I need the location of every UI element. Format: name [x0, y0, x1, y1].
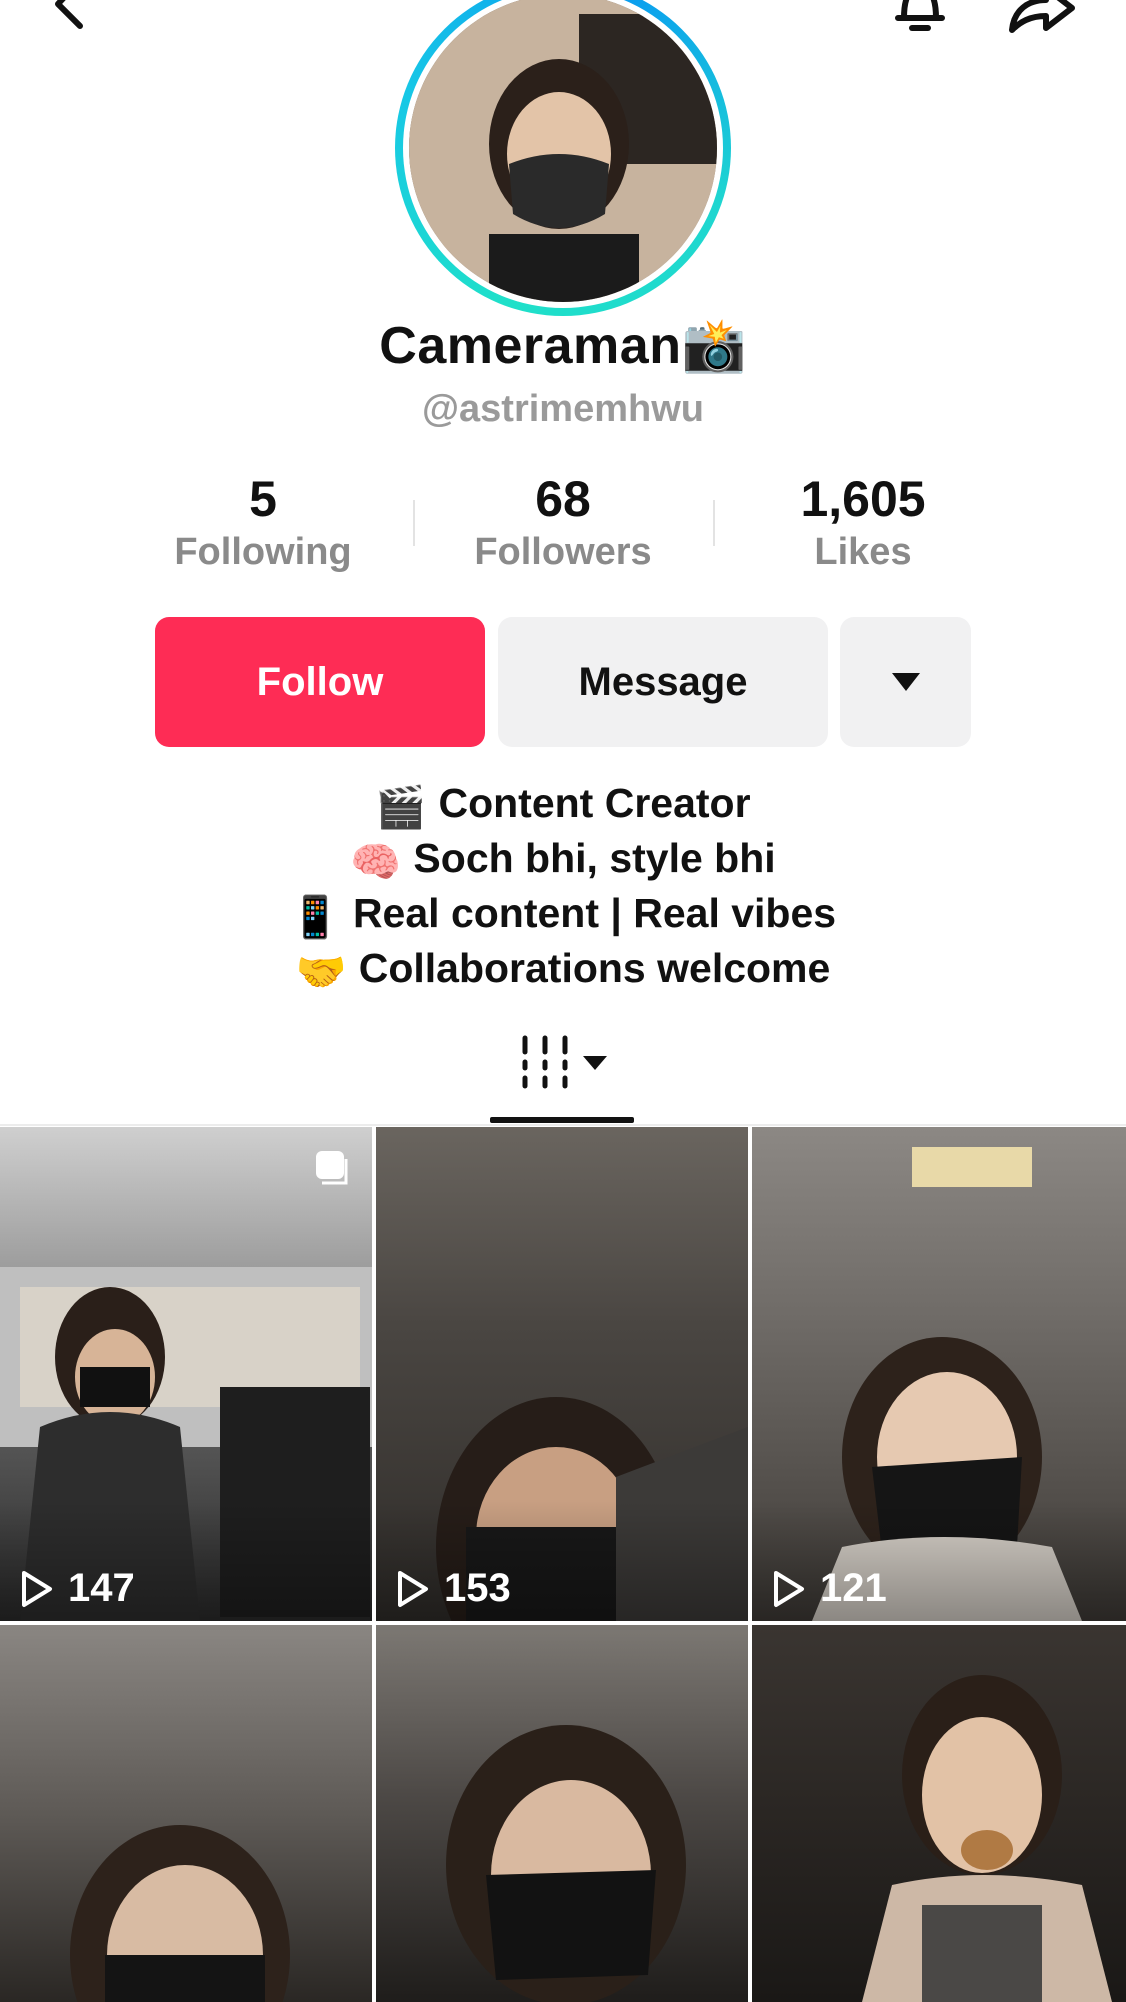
video-thumbnail[interactable]: 121	[752, 1127, 1126, 1621]
share-icon[interactable]	[1000, 0, 1080, 40]
avatar[interactable]	[395, 0, 731, 316]
profile-name: Cameraman📸	[379, 317, 747, 375]
video-thumbnail[interactable]: 153	[376, 1127, 748, 1621]
more-options-button[interactable]	[840, 617, 971, 747]
bio-line: 📱 Real content | Real vibes	[0, 888, 1126, 943]
grid-filter-icon	[522, 1035, 607, 1089]
bio-line: 🤝 Collaborations welcome	[0, 943, 1126, 998]
bio: 🎬 Content Creator 🧠 Soch bhi, style bhi 📱 R…	[0, 778, 1126, 998]
video-thumbnail[interactable]	[376, 1625, 748, 2002]
following-count: 5	[249, 471, 277, 527]
followers-label: Followers	[474, 531, 652, 573]
stat-followers[interactable]: 68 Followers	[413, 470, 713, 576]
following-label: Following	[174, 531, 352, 573]
view-count: 153	[394, 1566, 511, 1611]
videos-grid-tab[interactable]	[515, 1032, 615, 1092]
tab-divider	[0, 1124, 1126, 1126]
bio-line: 🧠 Soch bhi, style bhi	[0, 833, 1126, 888]
video-thumbnail[interactable]	[0, 1625, 372, 2002]
brain-emoji: 🧠	[350, 839, 402, 885]
tab-active-indicator	[490, 1117, 634, 1123]
play-icon	[22, 1570, 52, 1607]
pinned-icon	[308, 1147, 352, 1196]
play-icon	[774, 1570, 804, 1607]
bio-line: 🎬 Content Creator	[0, 778, 1126, 833]
stat-likes[interactable]: 1,605 Likes	[713, 470, 1013, 576]
caret-down-icon	[891, 673, 920, 691]
message-button[interactable]: Message	[498, 617, 828, 747]
clapperboard-emoji: 🎬	[375, 784, 427, 830]
likes-count: 1,605	[800, 471, 926, 527]
bell-icon[interactable]	[880, 0, 960, 40]
avatar-photo	[409, 0, 717, 302]
video-thumbnail[interactable]	[752, 1625, 1126, 2002]
phone-emoji: 📱	[289, 894, 341, 940]
back-icon[interactable]	[40, 0, 120, 40]
profile-handle: @astrimemhwu	[421, 388, 704, 430]
stat-following[interactable]: 5 Following	[113, 470, 413, 576]
view-count: 147	[18, 1566, 135, 1611]
video-thumbnail[interactable]: 147	[0, 1127, 372, 1621]
followers-count: 68	[535, 471, 591, 527]
handshake-emoji: 🤝	[295, 949, 347, 995]
view-count: 121	[770, 1566, 887, 1611]
likes-label: Likes	[814, 531, 912, 573]
play-icon	[398, 1570, 428, 1607]
follow-button[interactable]: Follow	[155, 617, 485, 747]
